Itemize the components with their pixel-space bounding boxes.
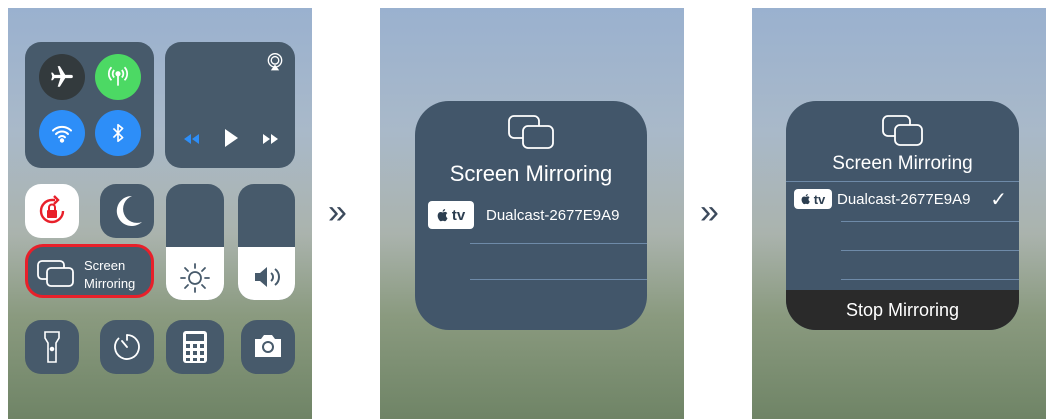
screen-mirroring-icon <box>508 115 554 149</box>
device-row-dualcast[interactable]: tv Dualcast-2677E9A9 <box>415 199 647 235</box>
screen-mirroring-icon <box>37 260 74 287</box>
screen-mirroring-button[interactable]: Screen Mirroring <box>25 244 154 298</box>
wifi-toggle[interactable] <box>39 110 85 156</box>
timer-icon <box>114 334 140 360</box>
apple-logo-icon <box>437 209 448 222</box>
mirroring-dialog-screen: Screen Mirroring tv Dualcast-2677E9A9 <box>380 8 684 419</box>
dialog-title: Screen Mirroring <box>449 161 613 186</box>
step-arrow-2: » <box>700 193 719 231</box>
volume-slider[interactable] <box>238 184 295 300</box>
rotation-lock-toggle[interactable] <box>25 184 79 238</box>
fast-forward-icon[interactable] <box>261 132 281 146</box>
tv-badge-label: tv <box>451 206 466 224</box>
cellular-data-toggle[interactable] <box>95 54 141 100</box>
play-icon[interactable] <box>223 128 239 148</box>
screen-mirroring-icon <box>882 115 923 146</box>
music-tile <box>165 42 295 168</box>
airplane-icon <box>51 66 73 87</box>
volume-icon <box>255 267 280 287</box>
row-separator <box>470 279 647 280</box>
dialog-title: Screen Mirroring <box>832 153 973 174</box>
step-arrow-1: » <box>328 193 347 231</box>
calculator-button[interactable] <box>166 320 224 374</box>
apple-tv-badge: tv <box>794 189 832 209</box>
airplay-icon[interactable] <box>265 52 285 72</box>
tv-badge-label: tv <box>813 191 826 207</box>
row-separator <box>470 243 647 244</box>
camera-icon <box>255 335 281 357</box>
cellular-icon <box>107 66 129 86</box>
apple-tv-badge: tv <box>428 201 474 229</box>
mirroring-dialog: Screen Mirroring tv Dualcast-2677E9A9 <box>415 101 647 330</box>
brightness-icon <box>180 263 210 293</box>
device-row-dualcast-selected[interactable]: tv Dualcast-2677E9A9 ✓ <box>786 183 1019 215</box>
row-separator <box>841 221 1019 222</box>
camera-button[interactable] <box>241 320 295 374</box>
stop-mirroring-button[interactable]: Stop Mirroring <box>786 290 1019 330</box>
screen-mirroring-label-line1: Screen <box>84 258 126 273</box>
device-name: Dualcast-2677E9A9 <box>837 191 971 208</box>
control-center-screen: Screen Mirroring <box>8 8 312 419</box>
flashlight-icon <box>44 331 60 363</box>
device-name: Dualcast-2677E9A9 <box>486 207 620 224</box>
calculator-icon <box>183 331 207 363</box>
mirroring-connected-screen: Screen Mirroring tv Dualcast-2677E9A9 ✓ … <box>752 8 1046 419</box>
flashlight-button[interactable] <box>25 320 79 374</box>
apple-logo-icon <box>801 194 810 205</box>
screen-mirroring-label-line2: Mirroring <box>84 276 136 291</box>
moon-icon <box>116 195 142 226</box>
wifi-icon <box>52 125 72 143</box>
brightness-slider[interactable] <box>166 184 224 300</box>
title-separator <box>786 181 1019 182</box>
row-separator <box>841 250 1019 251</box>
timer-button[interactable] <box>100 320 154 374</box>
selected-checkmark-icon: ✓ <box>990 189 1007 211</box>
bluetooth-toggle[interactable] <box>95 110 141 156</box>
connectivity-tile <box>25 42 154 168</box>
do-not-disturb-toggle[interactable] <box>100 184 154 238</box>
mirroring-connected-dialog: Screen Mirroring tv Dualcast-2677E9A9 ✓ … <box>786 101 1019 330</box>
rotation-lock-icon <box>39 195 65 224</box>
row-separator <box>841 279 1019 280</box>
bluetooth-icon <box>112 123 124 143</box>
rewind-icon[interactable] <box>181 132 201 146</box>
airplane-mode-toggle[interactable] <box>39 54 85 100</box>
